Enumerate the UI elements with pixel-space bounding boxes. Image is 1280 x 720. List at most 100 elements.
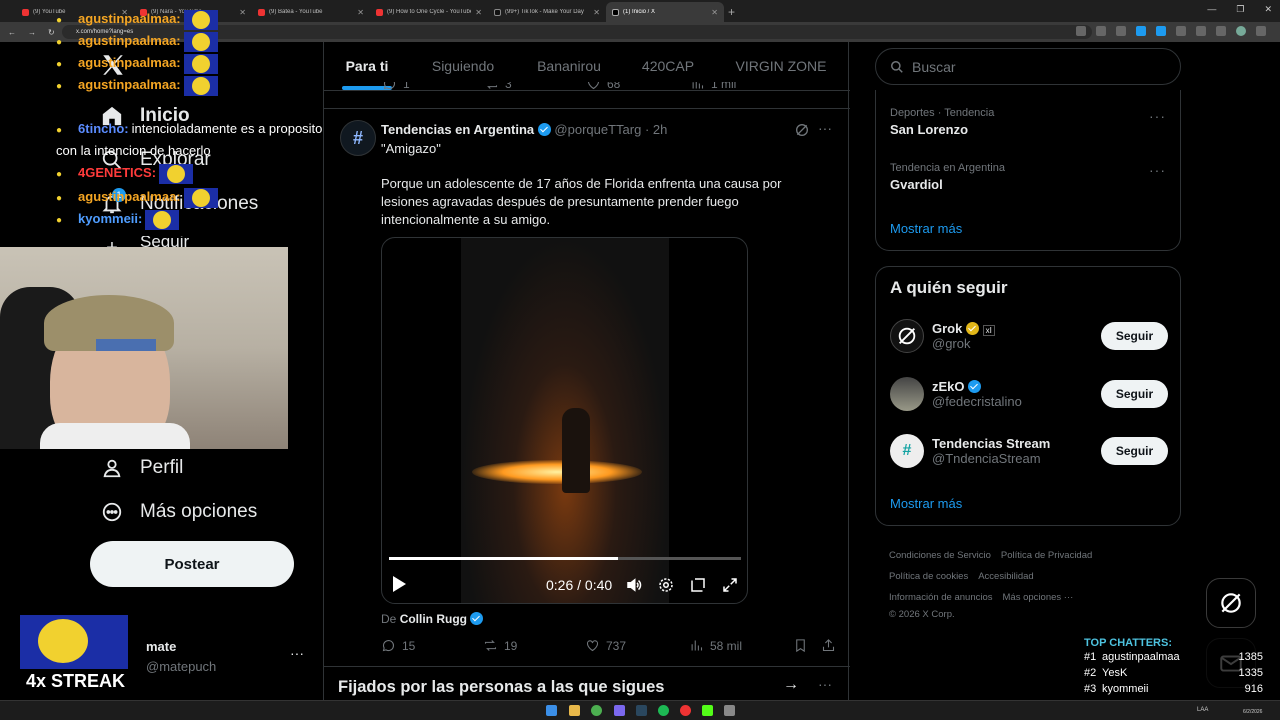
footer-link[interactable]: Más opciones ···: [1003, 592, 1074, 603]
reply-action[interactable]: 1: [382, 82, 410, 91]
close-tab-icon[interactable]: ✕: [357, 8, 364, 17]
reload-icon[interactable]: ↻: [48, 28, 55, 37]
grok-fab-button[interactable]: [1206, 578, 1256, 628]
post-more-icon[interactable]: ···: [818, 120, 832, 136]
suggestion-handle: @grok: [932, 336, 971, 351]
section-more-icon[interactable]: ···: [818, 676, 832, 692]
file-explorer-icon[interactable]: [569, 705, 580, 716]
trend-meta: Deportes · Tendencia: [890, 107, 995, 119]
trends-show-more[interactable]: Mostrar más: [890, 221, 962, 236]
post-body: Porque un adolescente de 17 años de Flor…: [381, 176, 782, 227]
close-tab-icon[interactable]: ✕: [711, 8, 718, 17]
post-handle[interactable]: @porqueTTarg: [554, 122, 641, 137]
extension-icon[interactable]: [1156, 26, 1166, 36]
browser-tab[interactable]: (9) How to One Cycle - YouTube ✕: [370, 2, 488, 22]
like-action[interactable]: 737: [585, 638, 626, 653]
steam-icon[interactable]: [636, 705, 647, 716]
post-button[interactable]: Postear: [90, 541, 294, 587]
volume-icon[interactable]: [625, 576, 643, 599]
bookmark-icon[interactable]: [793, 638, 808, 653]
nav-more[interactable]: Más opciones: [100, 500, 257, 524]
footer-link[interactable]: Condiciones de Servicio: [889, 550, 991, 561]
trend-item[interactable]: Tendencia en Argentina Gvardiol: [890, 162, 1005, 192]
author-avatar[interactable]: #: [340, 120, 376, 156]
search-input[interactable]: Buscar: [875, 48, 1181, 85]
views-action[interactable]: 58 mil: [689, 638, 742, 653]
forward-icon[interactable]: →: [28, 28, 36, 37]
chat-badge-icon: ●: [56, 169, 63, 180]
footer-link[interactable]: Accesibilidad: [978, 571, 1033, 582]
follow-button[interactable]: Seguir: [1101, 322, 1168, 350]
follow-suggestion[interactable]: # Tendencias Stream @TndenciaStream Segu…: [890, 434, 1168, 468]
browser-tab[interactable]: (9) Batea - YouTube ✕: [252, 2, 370, 22]
like-action[interactable]: 68: [586, 82, 620, 91]
views-action[interactable]: 1 mil: [690, 82, 736, 91]
close-tab-icon[interactable]: ✕: [475, 8, 482, 17]
video-player[interactable]: 0:26 / 0:40: [381, 237, 748, 604]
menu-kebab-icon[interactable]: [1256, 26, 1266, 36]
chatter-rank: #2: [1084, 667, 1097, 679]
nav-profile[interactable]: Perfil: [100, 456, 183, 480]
follow-button[interactable]: Seguir: [1101, 380, 1168, 408]
extensions-puzzle-icon[interactable]: [1216, 26, 1226, 36]
profile-avatar-icon[interactable]: [1236, 26, 1246, 36]
reply-action[interactable]: 15: [381, 638, 415, 653]
credit-name[interactable]: Collin Rugg: [400, 612, 467, 626]
trend-more-icon[interactable]: ···: [1149, 108, 1166, 124]
video-progress-track[interactable]: [389, 557, 741, 560]
post-actions: 15 19 737 58 mil: [381, 638, 841, 658]
repost-action[interactable]: 19: [483, 638, 517, 653]
play-icon[interactable]: [393, 576, 406, 592]
close-window-icon[interactable]: ✕: [1264, 4, 1272, 15]
account-more-icon[interactable]: ···: [290, 645, 304, 661]
spotify-icon[interactable]: [658, 705, 669, 716]
app-icon[interactable]: [724, 705, 735, 716]
extension-icon[interactable]: [1176, 26, 1186, 36]
arrow-right-icon[interactable]: →: [783, 676, 799, 694]
suggestion-handle: @TndenciaStream: [932, 451, 1041, 466]
fullscreen-icon[interactable]: [721, 576, 739, 599]
post-time[interactable]: 2h: [653, 122, 667, 137]
video-progress-fill: [389, 557, 618, 560]
follow-button[interactable]: Seguir: [1101, 437, 1168, 465]
pip-icon[interactable]: [689, 576, 707, 599]
close-tab-icon[interactable]: ✕: [593, 8, 600, 17]
taskbar-date[interactable]: 6/2/2026: [1243, 709, 1262, 715]
discord-icon[interactable]: [614, 705, 625, 716]
follow-suggestion[interactable]: Grok xI @grok Seguir: [890, 319, 1168, 353]
verified-badge-icon: [968, 380, 982, 393]
follow-show-more[interactable]: Mostrar más: [890, 496, 962, 511]
settings-gear-icon[interactable]: [657, 576, 675, 599]
back-icon[interactable]: ←: [8, 28, 16, 37]
app-icon[interactable]: [680, 705, 691, 716]
repost-action[interactable]: 3: [484, 82, 512, 91]
footer-link[interactable]: Política de Privacidad: [1001, 550, 1092, 561]
kick-icon[interactable]: [702, 705, 713, 716]
trend-item[interactable]: Deportes · Tendencia San Lorenzo: [890, 107, 994, 137]
zoom-icon[interactable]: [1076, 26, 1086, 36]
account-switcher[interactable]: 4x STREAK mate @matepuch ···: [20, 615, 320, 695]
footer-link[interactable]: Política de cookies: [889, 571, 968, 582]
minimize-icon[interactable]: —: [1207, 4, 1216, 15]
post-author[interactable]: Tendencias en Argentina: [381, 122, 534, 137]
share-icon[interactable]: [821, 638, 836, 653]
browser-tab-active[interactable]: (1) Inicio / X ✕: [606, 2, 724, 22]
new-tab-button[interactable]: +: [728, 5, 735, 19]
grok-explain-icon[interactable]: [794, 122, 810, 143]
sidebar-icon[interactable]: [1196, 26, 1206, 36]
chat-emote: [183, 187, 218, 208]
close-tab-icon[interactable]: ✕: [239, 8, 246, 17]
maximize-icon[interactable]: ❐: [1236, 4, 1244, 15]
browser-tab[interactable]: (99+) TikTok - Make Your Day ✕: [488, 2, 606, 22]
follow-suggestion[interactable]: zEkO @fedecristalino Seguir: [890, 377, 1168, 411]
cast-icon[interactable]: [1096, 26, 1106, 36]
extension-icon[interactable]: [1136, 26, 1146, 36]
nav-follow[interactable]: + Seguir: [100, 236, 189, 247]
footer-link[interactable]: Información de anuncios: [889, 592, 993, 603]
suggestion-name: zEkO: [932, 379, 965, 394]
trend-more-icon[interactable]: ···: [1149, 162, 1166, 178]
windows-start-icon[interactable]: [546, 705, 557, 716]
chrome-icon[interactable]: [591, 705, 602, 716]
bookmark-star-icon[interactable]: [1116, 26, 1126, 36]
language-indicator[interactable]: LAA: [1197, 707, 1208, 713]
